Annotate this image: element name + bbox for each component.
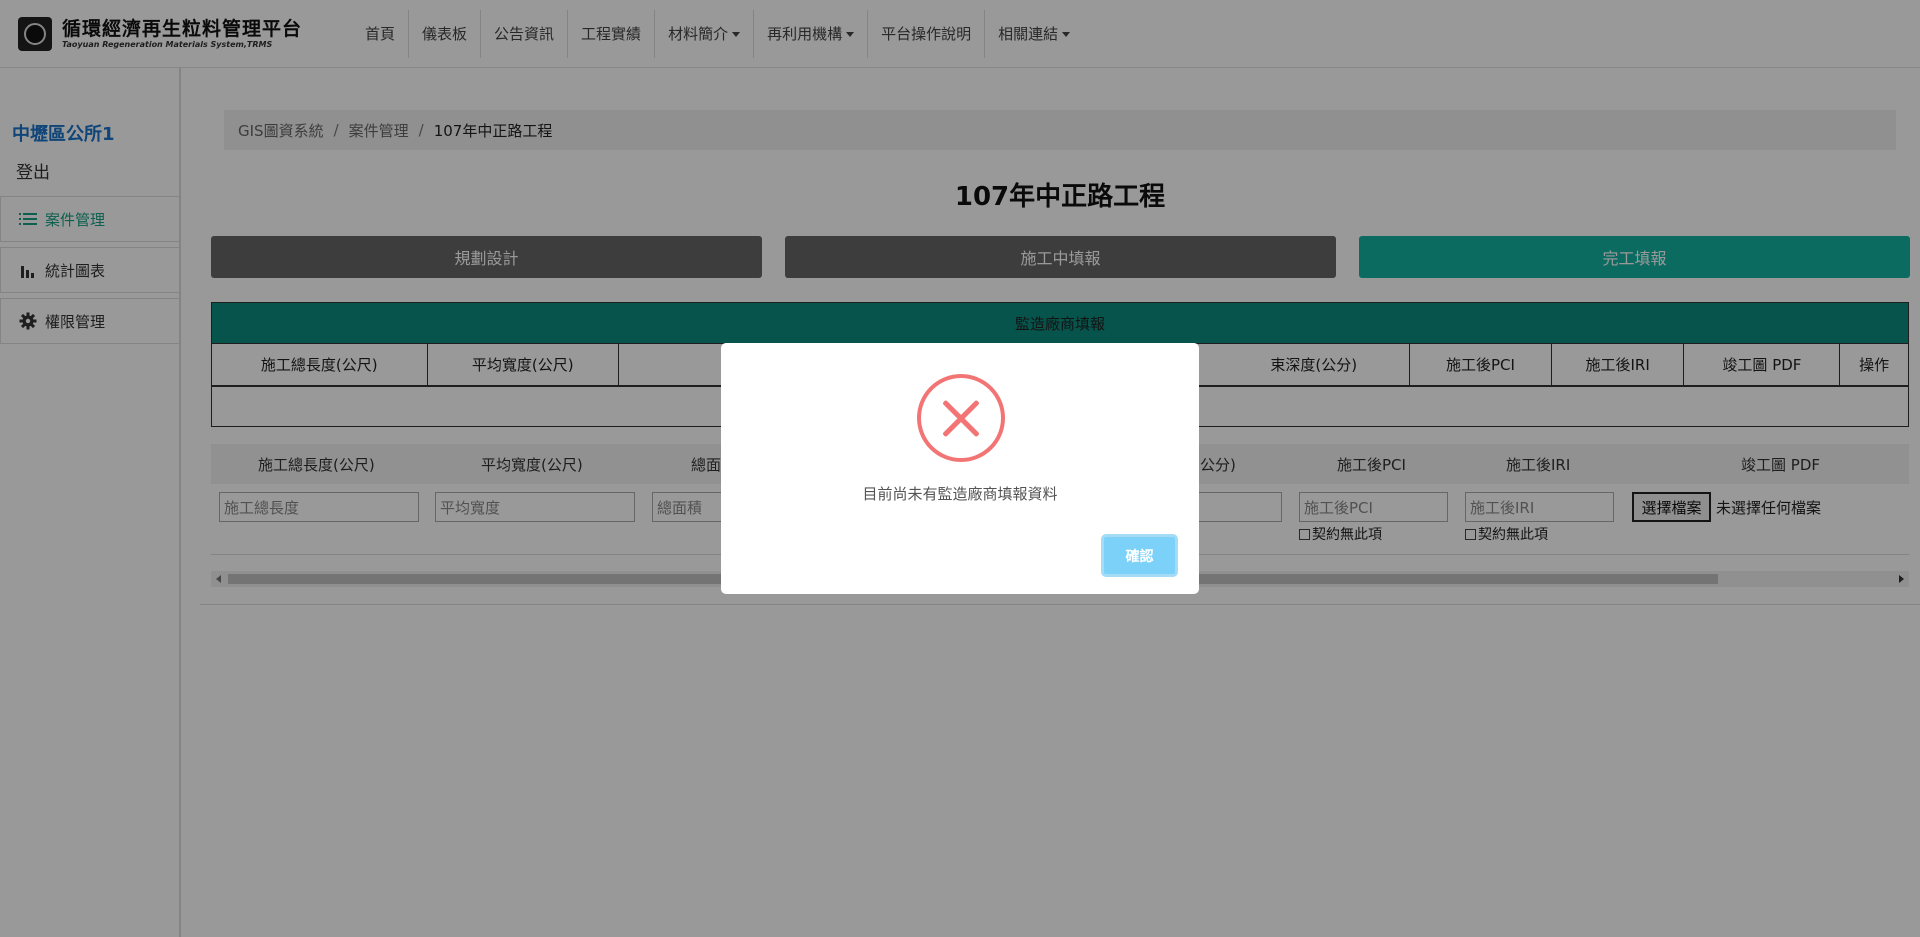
confirm-button[interactable]: 確認 [1101, 534, 1178, 577]
alert-dialog: 目前尚未有監造廠商填報資料 確認 [721, 343, 1199, 594]
alert-message: 目前尚未有監造廠商填報資料 [862, 485, 1058, 503]
error-x-icon [917, 374, 1005, 462]
